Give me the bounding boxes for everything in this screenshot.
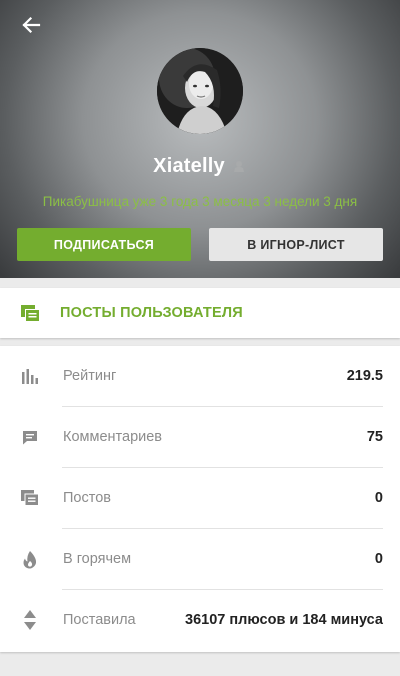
stat-row-rating: Рейтинг 219.5 — [0, 346, 400, 407]
posts-stack-icon — [19, 487, 41, 509]
stat-label: В горячем — [63, 551, 132, 567]
female-gender-icon — [233, 159, 247, 173]
stat-value: 0 — [374, 551, 383, 567]
stat-row-votes-given: Поставила 36107 плюсов и 184 минуса — [0, 590, 400, 651]
stat-row-comments: Комментариев 75 — [0, 407, 400, 468]
stat-value: 36107 плюсов и 184 минуса — [185, 612, 383, 628]
username-row: Xiatelly — [0, 152, 400, 180]
rating-bars-icon — [19, 365, 41, 387]
back-arrow-icon — [22, 16, 41, 34]
user-posts-link[interactable]: ПОСТЫ ПОЛЬЗОВАТЕЛЯ — [0, 288, 400, 338]
stat-label: Постов — [63, 490, 111, 506]
subscribe-button[interactable]: ПОДПИСАТЬСЯ — [17, 228, 191, 261]
stat-value: 219.5 — [346, 368, 383, 384]
stat-label: Поставила — [63, 612, 136, 628]
user-posts-label: ПОСТЫ ПОЛЬЗОВАТЕЛЯ — [60, 305, 243, 321]
stat-label: Комментариев — [63, 429, 162, 445]
stat-label: Рейтинг — [63, 368, 117, 384]
stat-value: 75 — [366, 429, 383, 445]
username: Xiatelly — [153, 154, 225, 177]
member-since-text: Пикабушница уже 3 года 3 месяца 3 недели… — [42, 194, 358, 209]
ignore-list-button[interactable]: В ИГНОР-ЛИСТ — [209, 228, 383, 261]
avatar-image — [157, 48, 243, 134]
avatar[interactable] — [157, 48, 243, 134]
profile-header: Xiatelly Пикабушница уже 3 года 3 месяца… — [0, 0, 400, 278]
stats-list: Рейтинг 219.5 Комментариев 75 Постов 0 В… — [0, 346, 400, 652]
posts-stack-icon — [20, 304, 42, 324]
back-button[interactable] — [14, 10, 48, 40]
stat-row-posts: Постов 0 — [0, 468, 400, 529]
fire-icon — [19, 548, 41, 570]
profile-screen: Xiatelly Пикабушница уже 3 года 3 месяца… — [0, 0, 400, 676]
stat-value: 0 — [374, 490, 383, 506]
stat-row-hot: В горячем 0 — [0, 529, 400, 590]
up-down-arrows-icon — [19, 609, 41, 631]
comment-icon — [19, 426, 41, 448]
